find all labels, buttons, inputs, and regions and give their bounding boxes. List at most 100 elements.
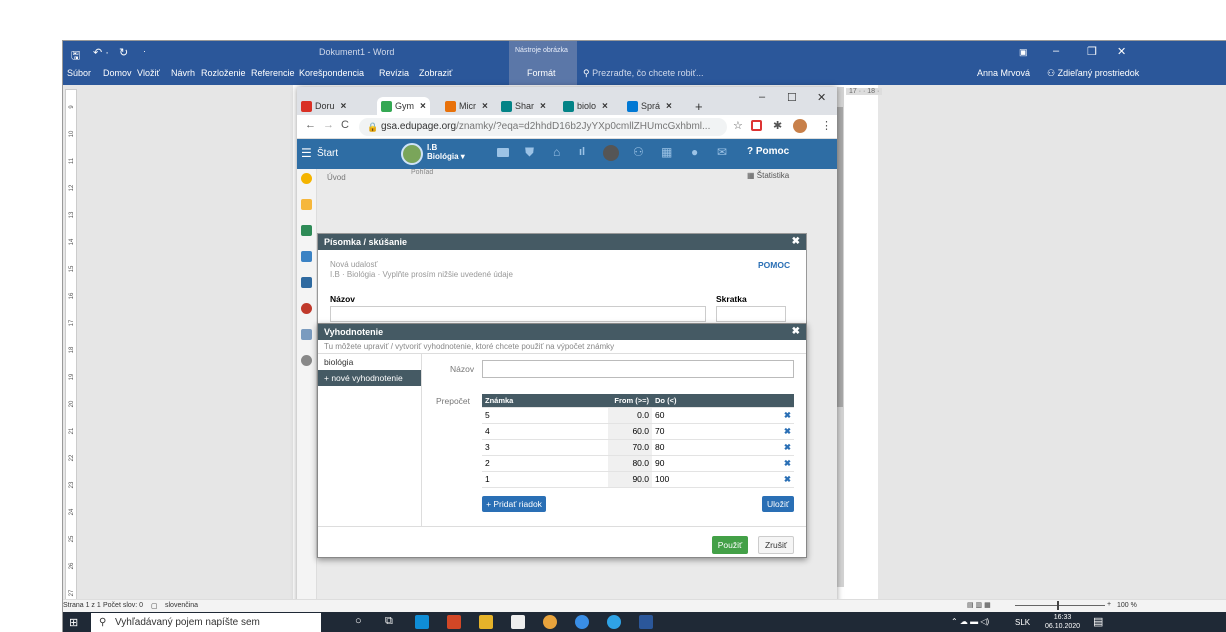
name-input[interactable]	[330, 306, 706, 322]
new-evaluation-item[interactable]: + nové vyhodnotenie	[318, 370, 421, 386]
qat-more-icon[interactable]: ·	[143, 46, 146, 56]
minimize-icon[interactable]: –	[1053, 45, 1059, 57]
menu-icon[interactable]: ☰	[301, 146, 312, 160]
grade-cell[interactable]: 5	[482, 407, 608, 424]
bookmark-star-icon[interactable]: ☆	[733, 119, 743, 132]
timetable-icon[interactable]	[497, 148, 509, 157]
delete-row-icon[interactable]: ✖	[776, 423, 794, 440]
zoom-slider[interactable]	[1015, 605, 1105, 606]
tab-review[interactable]: Revízia	[379, 68, 409, 78]
save-button[interactable]: Uložiť	[762, 496, 794, 512]
proofing-icon[interactable]: ▢	[151, 602, 158, 610]
redo-icon[interactable]: ↻	[119, 46, 128, 59]
view-mode-icons[interactable]: ▤ ▥ ▦	[967, 601, 991, 609]
browser-maximize-icon[interactable]: ☐	[787, 91, 797, 104]
grade-cell[interactable]: 3	[482, 439, 608, 456]
to-cell[interactable]: 90	[652, 455, 776, 472]
camera-icon[interactable]	[575, 615, 589, 629]
help-link[interactable]: ? Pomoc	[747, 146, 789, 157]
board-icon[interactable]: ▦	[661, 145, 672, 159]
to-cell[interactable]: 100	[652, 471, 776, 488]
grade-cell[interactable]: 4	[482, 423, 608, 440]
add-row-button[interactable]: + Pridať riadok	[482, 496, 546, 512]
tab-view[interactable]: Zobraziť	[419, 68, 452, 78]
delete-row-icon[interactable]: ✖	[776, 439, 794, 456]
test-dialog-close-icon[interactable]: ✖	[792, 234, 800, 250]
tab-design[interactable]: Návrh	[171, 68, 195, 78]
word-app-icon[interactable]	[639, 615, 653, 629]
file-explorer-icon[interactable]	[479, 615, 493, 629]
user-circle-icon[interactable]	[603, 145, 619, 161]
evaluation-dialog-close-icon[interactable]: ✖	[792, 324, 800, 340]
browser-tab[interactable]: Micr ×	[445, 97, 488, 115]
view-tab[interactable]: Pohľad	[411, 169, 433, 176]
edge-icon[interactable]	[607, 615, 621, 629]
to-cell[interactable]: 80	[652, 439, 776, 456]
cancel-button[interactable]: Zrušiť	[758, 536, 794, 554]
chart-icon[interactable]: ıl	[579, 146, 585, 158]
chrome-icon[interactable]	[543, 615, 557, 629]
back-icon[interactable]: ←	[305, 119, 316, 131]
tab-file[interactable]: Súbor	[67, 68, 91, 78]
users-icon[interactable]	[301, 303, 312, 314]
tab-close-icon[interactable]: ×	[341, 101, 347, 112]
home-icon[interactable]	[301, 225, 312, 236]
browser-tab[interactable]: Gym ×	[377, 97, 430, 115]
bag-icon[interactable]	[301, 277, 312, 288]
taskbar-search[interactable]: ⚲ Vyhľadávaný pojem napíšte sem	[91, 613, 321, 632]
browser-minimize-icon[interactable]: –	[759, 91, 765, 103]
tab-close-icon[interactable]: ×	[482, 101, 488, 112]
language[interactable]: slovenčina	[165, 602, 198, 609]
browser-tab[interactable]: biolo ×	[563, 97, 608, 115]
reload-icon[interactable]: C	[341, 119, 349, 131]
browser-menu-icon[interactable]: ⋮	[821, 119, 832, 132]
share-button[interactable]: ⚇ Zdieľaný prostriedok	[1047, 68, 1139, 79]
undo-icon[interactable]: ↶ ·	[93, 46, 109, 59]
delete-row-icon[interactable]: ✖	[776, 455, 794, 472]
tell-me-box[interactable]: ⚲ Prezraďte, čo chcete robiť...	[583, 68, 704, 79]
zoom-in-icon[interactable]: +	[1107, 601, 1111, 608]
delete-row-icon[interactable]: ✖	[776, 471, 794, 488]
cortana-icon[interactable]: ○	[355, 615, 362, 627]
help-button[interactable]: POMOC	[758, 260, 790, 270]
tab-close-icon[interactable]: ×	[420, 101, 426, 112]
input-language[interactable]: SLK	[1015, 618, 1030, 627]
scrollbar-thumb[interactable]	[836, 107, 843, 407]
extension-icon[interactable]	[751, 120, 762, 131]
zoom-slider-thumb[interactable]	[1057, 601, 1059, 610]
tab-insert[interactable]: Vložiť	[137, 68, 160, 78]
shield-icon[interactable]: ⛊	[525, 145, 534, 160]
to-cell[interactable]: 60	[652, 407, 776, 424]
grade-cell[interactable]: 1	[482, 471, 608, 488]
forward-icon[interactable]: →	[323, 119, 334, 131]
eval-name-input[interactable]	[482, 360, 794, 378]
statistics-tab[interactable]: ▦ Štatistika	[747, 171, 789, 180]
restore-icon[interactable]: ❐	[1087, 45, 1097, 58]
save-icon[interactable]: 🖫	[71, 47, 80, 66]
tab-format[interactable]: Formát	[527, 68, 556, 78]
browser-tab[interactable]: Doru ×	[301, 97, 346, 115]
ribbon-display-icon[interactable]: ▣	[1019, 47, 1028, 58]
tab-references[interactable]: Referencie	[251, 68, 295, 78]
building-icon[interactable]: ⌂	[553, 145, 560, 159]
tab-close-icon[interactable]: ×	[540, 101, 546, 112]
mail-icon[interactable]: ✉	[717, 145, 727, 159]
tab-home[interactable]: Domov	[103, 68, 132, 78]
user-name[interactable]: Anna Mrvová	[977, 68, 1030, 78]
store-icon[interactable]	[511, 615, 525, 629]
browser-tab[interactable]: Sprá ×	[627, 97, 672, 115]
calendar-icon[interactable]	[301, 251, 312, 262]
browser-tab[interactable]: Shar ×	[501, 97, 546, 115]
start-link[interactable]: Štart	[317, 148, 338, 159]
evaluation-item[interactable]: biológia	[318, 354, 421, 370]
powerpoint-icon[interactable]	[447, 615, 461, 629]
tab-mailings[interactable]: Korešpondencia	[299, 68, 364, 78]
word-count[interactable]: Počet slov: 0	[103, 602, 143, 609]
grade-cell[interactable]: 2	[482, 455, 608, 472]
page-count[interactable]: Strana 1 z 1	[63, 602, 101, 609]
abbr-input[interactable]	[716, 306, 786, 322]
folder-icon[interactable]	[301, 199, 312, 210]
students-icon[interactable]: ⚇	[633, 145, 644, 159]
close-icon[interactable]: ✕	[1117, 45, 1126, 58]
star-icon[interactable]	[301, 173, 312, 184]
